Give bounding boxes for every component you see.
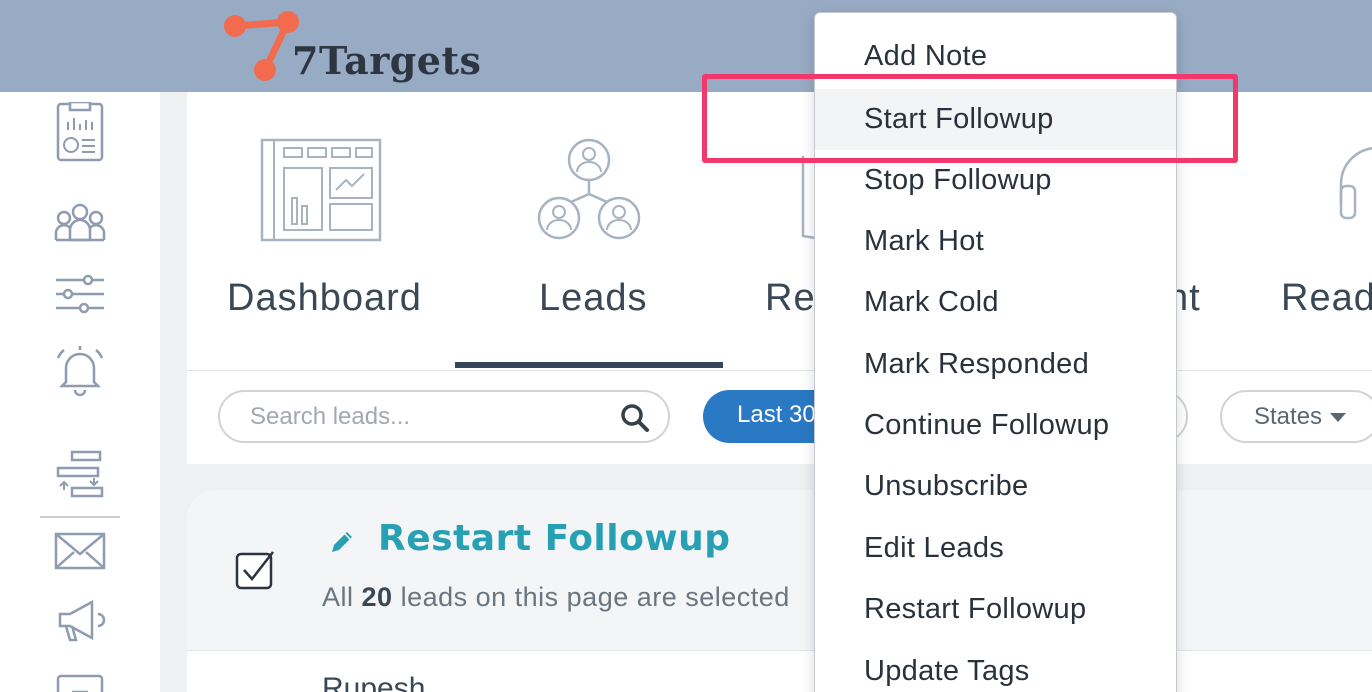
menu-item-mark-responded[interactable]: Mark Responded	[815, 334, 1176, 395]
selection-title: Restart Followup	[378, 518, 731, 559]
states-label: States	[1254, 403, 1323, 430]
tab-label-ready: Ready	[1281, 277, 1372, 319]
bell-icon[interactable]	[50, 340, 110, 400]
mail-icon[interactable]	[50, 520, 110, 580]
tab-leads[interactable]: Leads	[455, 92, 723, 370]
sidebar-divider	[40, 516, 120, 518]
summary-suffix: leads on this page are selected	[392, 582, 790, 612]
tab-dashboard[interactable]: Dashboard	[227, 92, 457, 370]
report-icon[interactable]	[50, 102, 110, 162]
leads-icon	[537, 138, 641, 240]
menu-item-mark-hot[interactable]: Mark Hot	[815, 211, 1176, 272]
logo-text: 7Targets	[292, 38, 482, 83]
menu-item-restart-followup[interactable]: Restart Followup	[815, 579, 1176, 640]
search-icon[interactable]	[620, 403, 650, 433]
annotation-highlight	[702, 74, 1238, 163]
selection-summary: All 20 leads on this page are selected	[322, 582, 790, 613]
menu-item-mark-cold[interactable]: Mark Cold	[815, 272, 1176, 333]
selection-panel	[187, 490, 1372, 650]
lead-name: Rupesh	[322, 672, 426, 692]
headset-icon	[1339, 147, 1372, 220]
pencil-icon[interactable]	[328, 528, 356, 556]
selected-count: 20	[361, 582, 393, 612]
sidebar	[0, 92, 160, 692]
app-logo[interactable]: 7Targets	[220, 8, 482, 88]
team-icon[interactable]	[50, 192, 110, 252]
active-tab-indicator	[455, 362, 723, 368]
tab-label-dashboard: Dashboard	[227, 277, 422, 319]
dashboard-icon	[260, 138, 382, 242]
sliders-icon[interactable]	[50, 264, 110, 324]
search-placeholder: Search leads...	[250, 403, 411, 430]
menu-item-edit-leads[interactable]: Edit Leads	[815, 518, 1176, 579]
caret-down-icon	[1330, 413, 1347, 423]
summary-prefix: All	[322, 582, 362, 612]
search-input[interactable]: Search leads...	[218, 390, 670, 443]
menu-item-unsubscribe[interactable]: Unsubscribe	[815, 456, 1176, 517]
sequence-icon[interactable]	[50, 448, 110, 508]
tab-label-leads: Leads	[539, 277, 648, 319]
screen-icon[interactable]	[50, 662, 110, 692]
states-dropdown[interactable]: States	[1220, 390, 1372, 443]
select-all-checkbox[interactable]	[235, 550, 275, 590]
menu-item-continue-followup[interactable]: Continue Followup	[815, 395, 1176, 456]
tab-ready[interactable]: Ready	[1281, 92, 1372, 370]
menu-item-update-tags[interactable]: Update Tags	[815, 641, 1176, 692]
megaphone-icon[interactable]	[50, 590, 110, 650]
